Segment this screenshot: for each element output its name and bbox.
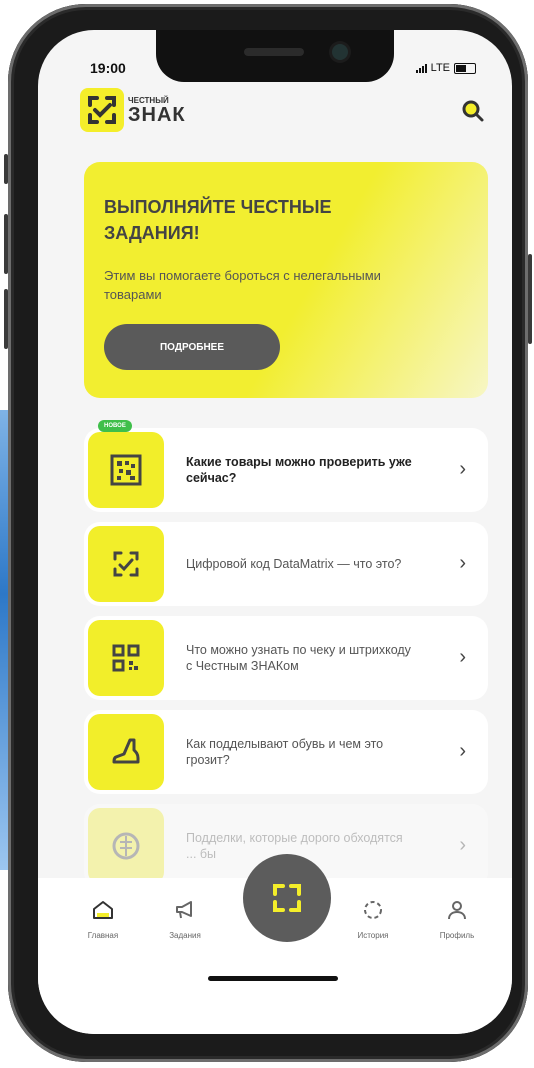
home-indicator — [208, 976, 338, 981]
card-title: Что можно узнать по чеку и штрихкоду с Ч… — [186, 643, 411, 673]
datamatrix-icon — [110, 454, 142, 486]
logo-mark-icon — [80, 88, 124, 132]
home-icon — [93, 901, 113, 919]
history-icon — [364, 901, 382, 919]
tab-tasks[interactable]: Задания — [150, 898, 220, 940]
logo-text-big: ЗНАК — [128, 103, 186, 126]
chevron-right-icon: › — [459, 646, 466, 668]
scan-icon — [273, 884, 301, 912]
scan-check-icon — [113, 551, 139, 577]
tab-label: Профиль — [439, 931, 475, 940]
chevron-right-icon: › — [459, 740, 466, 762]
card-title: Цифровой код DataMatrix — что это? — [186, 557, 402, 571]
scan-button[interactable] — [243, 854, 331, 942]
status-indicators: LTE — [415, 62, 476, 74]
tab-home[interactable]: Главная — [68, 898, 138, 940]
tab-profile[interactable]: Профиль — [422, 898, 492, 940]
product-icon — [112, 832, 140, 860]
volume-up-button — [4, 214, 8, 274]
phone-frame: 19:00 LTE ЧЕСТНЫЙ ЗНАК ВЫПОЛНЯЙТЕ ЧЕСТНЫ… — [4, 4, 532, 1062]
megaphone-icon — [176, 901, 192, 919]
speaker — [244, 48, 304, 56]
notch — [156, 30, 394, 82]
card-icon-box — [88, 808, 164, 884]
chevron-right-icon: › — [459, 552, 466, 574]
hero-title: ВЫПОЛНЯЙТЕ ЧЕСТНЫЕ ЗАДАНИЯ! — [104, 197, 332, 243]
card-title: Как подделывают обувь и чем это грозит? — [186, 737, 384, 767]
tab-label: История — [357, 931, 389, 940]
more-button[interactable]: ПОДРОБНЕЕ — [104, 324, 280, 370]
user-icon — [448, 901, 466, 920]
hero-subtitle: Этим вы помогаете бороться с нелегальным… — [104, 268, 381, 302]
card-icon-box — [88, 432, 164, 508]
tab-label: Главная — [87, 931, 119, 940]
qr-code-icon — [112, 644, 140, 672]
front-camera — [332, 44, 348, 60]
chevron-right-icon: › — [459, 458, 466, 480]
tab-label: Задания — [169, 931, 201, 940]
hero-banner[interactable]: ВЫПОЛНЯЙТЕ ЧЕСТНЫЕ ЗАДАНИЯ! Этим вы помо… — [84, 162, 488, 398]
volume-down-button — [4, 289, 8, 349]
list-item[interactable]: НОВОЕ Какие товары можно проверить уже с… — [84, 420, 488, 512]
search-icon — [462, 100, 484, 122]
tab-history[interactable]: История — [338, 898, 408, 940]
mute-switch — [4, 154, 8, 184]
shoe-icon — [112, 738, 140, 764]
app-logo: ЧЕСТНЫЙ ЗНАК — [80, 88, 186, 132]
status-time: 19:00 — [90, 60, 126, 76]
card-icon-box — [88, 526, 164, 602]
list-item[interactable]: Как подделывают обувь и чем это грозит? … — [84, 710, 488, 794]
battery-icon — [454, 62, 476, 74]
search-button[interactable] — [460, 98, 486, 124]
power-button — [528, 254, 532, 344]
chevron-right-icon: › — [459, 834, 466, 856]
list-item[interactable]: Что можно узнать по чеку и штрихкоду с Ч… — [84, 616, 488, 700]
card-icon-box — [88, 714, 164, 790]
card-icon-box — [88, 620, 164, 696]
phone-screen: 19:00 LTE ЧЕСТНЫЙ ЗНАК ВЫПОЛНЯЙТЕ ЧЕСТНЫ… — [38, 30, 512, 1034]
card-title: Какие товары можно проверить уже сейчас? — [186, 455, 412, 485]
signal-icon — [415, 63, 427, 73]
network-label: LTE — [430, 62, 450, 74]
new-badge: НОВОЕ — [98, 420, 132, 432]
list-item[interactable]: Цифровой код DataMatrix — что это? › — [84, 522, 488, 606]
